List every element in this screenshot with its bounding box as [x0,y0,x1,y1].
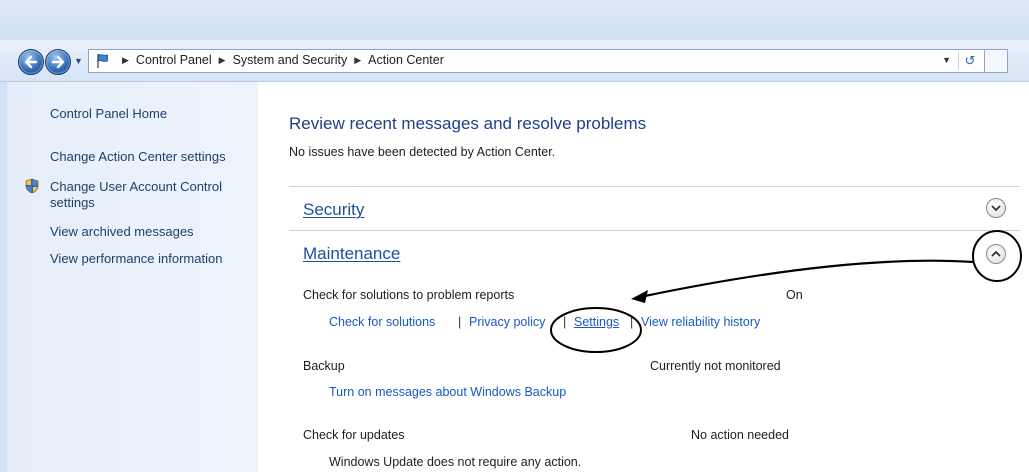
back-button[interactable] [18,49,44,75]
link-separator: | [458,315,462,329]
backup-status: Currently not monitored [650,359,781,373]
forward-arrow-icon [51,55,65,69]
view-reliability-history-link[interactable]: View reliability history [641,315,760,329]
chevron-down-icon [991,205,1001,212]
link-separator: | [630,315,634,329]
recent-pages-dropdown[interactable]: ▼ [74,56,83,66]
section-divider [289,186,1020,187]
updates-label: Check for updates [303,428,405,442]
back-arrow-icon [24,55,38,69]
privacy-policy-link[interactable]: Privacy policy [469,315,545,329]
sidebar-item-control-panel-home[interactable]: Control Panel Home [50,106,167,122]
sidebar-edge [0,82,7,472]
breadcrumb-separator[interactable]: ▶ [122,55,129,65]
sidebar-item-change-action-center-settings[interactable]: Change Action Center settings [50,149,226,165]
refresh-icon: ↺ [964,53,976,68]
settings-link[interactable]: Settings [574,315,619,329]
navigation-bar: ▼ ▶ Control Panel ▶ System and Security ▶ Act… [0,40,1029,82]
breadcrumb-separator[interactable]: ▶ [354,55,361,65]
sidebar: Control Panel Home Change Action Center … [0,82,258,472]
breadcrumb-control-panel[interactable]: Control Panel [136,53,212,67]
breadcrumb-action-center[interactable]: Action Center [368,53,444,67]
uac-shield-icon [25,178,39,194]
breadcrumb-system-and-security[interactable]: System and Security [233,53,348,67]
section-maintenance-header[interactable]: Maintenance [303,244,400,264]
window-title-bar [0,0,1029,40]
updates-status: No action needed [691,428,789,442]
refresh-button[interactable]: ↺ [958,52,981,70]
action-center-flag-icon [97,54,108,68]
check-for-solutions-link[interactable]: Check for solutions [329,315,435,329]
updates-detail: Windows Update does not require any acti… [329,455,582,469]
collapse-maintenance-button[interactable] [986,244,1006,264]
sidebar-item-view-performance-information[interactable]: View performance information [50,251,222,267]
chevron-up-icon [991,250,1001,257]
sidebar-item-change-uac-settings[interactable]: Change User Account Control settings [50,179,250,211]
search-box-edge[interactable] [984,50,1007,72]
page-title: Review recent messages and resolve probl… [289,114,647,133]
address-bar[interactable]: ▶ Control Panel ▶ System and Security ▶ Actio… [88,49,1008,73]
turn-on-backup-messages-link[interactable]: Turn on messages about Windows Backup [329,385,566,399]
problem-reports-label: Check for solutions to problem reports [303,288,515,302]
breadcrumb-separator[interactable]: ▶ [219,55,226,65]
main-content: Review recent messages and resolve probl… [258,82,1029,472]
section-divider [289,230,1020,231]
address-history-dropdown[interactable]: ▼ [942,55,951,65]
sidebar-item-view-archived-messages[interactable]: View archived messages [50,224,194,240]
expand-security-button[interactable] [986,198,1006,218]
page-subtitle: No issues have been detected by Action C… [289,145,556,159]
link-separator: | [563,315,567,329]
backup-label: Backup [303,359,345,373]
problem-reports-status: On [786,288,803,302]
section-security-header[interactable]: Security [303,200,364,220]
forward-button[interactable] [45,49,71,75]
breadcrumb: ▶ Control Panel ▶ System and Security ▶ Actio… [115,53,444,67]
